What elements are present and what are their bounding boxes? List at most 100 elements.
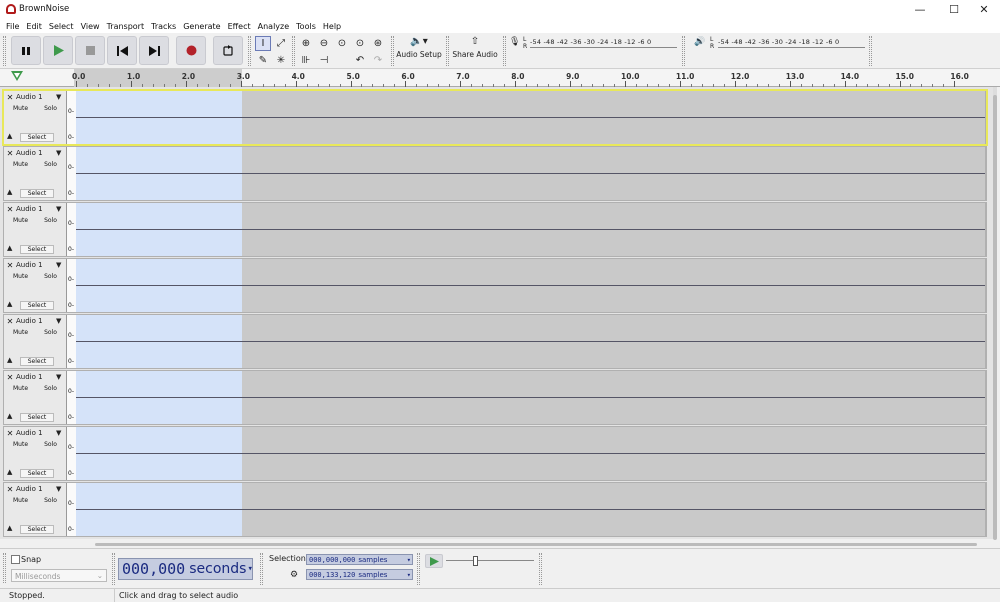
menu-analyze[interactable]: Analyze	[256, 22, 295, 31]
track-control-panel[interactable]: ✕ Audio 1 ▼ Mute Solo ▲ Select	[4, 147, 67, 200]
solo-button[interactable]: Solo	[36, 440, 65, 449]
select-track-button[interactable]: Select	[20, 357, 54, 366]
share-audio-button[interactable]: ⇧ Share Audio	[452, 36, 498, 66]
collapse-track-icon[interactable]: ▲	[7, 189, 14, 196]
record-meter-scale[interactable]: -54 -48 -42 -36 -30 -24 -18 -12 -6 0	[530, 38, 677, 48]
play-button[interactable]	[43, 36, 73, 65]
menu-tracks[interactable]: Tracks	[149, 22, 181, 31]
track-menu-chevron-icon[interactable]: ▼	[56, 373, 65, 382]
draw-tool[interactable]: ✎	[255, 53, 271, 68]
fit-selection-button[interactable]: ⊙	[334, 36, 350, 51]
track-control-panel[interactable]: ✕ Audio 1 ▼ Mute Solo ▲ Select	[4, 91, 67, 144]
track-control-panel[interactable]: ✕ Audio 1 ▼ Mute Solo ▲ Select	[4, 427, 67, 480]
menu-tools[interactable]: Tools	[294, 22, 321, 31]
solo-button[interactable]: Solo	[36, 328, 65, 337]
redo-button[interactable]: ↷	[370, 53, 386, 68]
play-at-speed-button[interactable]	[425, 554, 443, 568]
menu-effect[interactable]: Effect	[226, 22, 256, 31]
play-meter-scale[interactable]: -54 -48 -42 -36 -30 -24 -18 -12 -6 0	[718, 38, 865, 48]
track-menu-chevron-icon[interactable]: ▼	[56, 205, 65, 214]
solo-button[interactable]: Solo	[36, 272, 65, 281]
track-name[interactable]: Audio 1	[16, 317, 54, 326]
menu-select[interactable]: Select	[47, 22, 79, 31]
track-name[interactable]: Audio 1	[16, 149, 54, 158]
track-menu-chevron-icon[interactable]: ▼	[56, 429, 65, 438]
play-meter-grip[interactable]	[682, 36, 685, 66]
selection-grip[interactable]	[260, 553, 263, 585]
skip-end-button[interactable]	[139, 36, 169, 65]
maximize-button[interactable]: ☐	[938, 0, 970, 19]
track-name[interactable]: Audio 1	[16, 373, 54, 382]
collapse-track-icon[interactable]: ▲	[7, 133, 14, 140]
select-track-button[interactable]: Select	[20, 245, 54, 254]
microphone-icon[interactable]: 🎙	[509, 37, 520, 47]
track-name[interactable]: Audio 1	[16, 261, 54, 270]
record-button[interactable]	[176, 36, 206, 65]
skip-start-button[interactable]	[107, 36, 137, 65]
track-control-panel[interactable]: ✕ Audio 1 ▼ Mute Solo ▲ Select	[4, 203, 67, 256]
zoom-in-button[interactable]: ⊕	[298, 36, 314, 51]
track-name[interactable]: Audio 1	[16, 485, 54, 494]
selection-tool[interactable]: I	[255, 36, 271, 51]
audio-track[interactable]: ✕ Audio 1 ▼ Mute Solo ▲ Select 0- 0-	[3, 426, 987, 481]
mute-button[interactable]: Mute	[6, 272, 35, 281]
audio-track[interactable]: ✕ Audio 1 ▼ Mute Solo ▲ Select 0- 0-	[3, 482, 987, 537]
audio-setup-button[interactable]: 🔈▾ Audio Setup	[396, 36, 442, 66]
track-close-icon[interactable]: ✕	[6, 429, 14, 438]
snap-checkbox[interactable]	[11, 555, 20, 564]
select-track-button[interactable]: Select	[20, 525, 54, 534]
mute-button[interactable]: Mute	[6, 496, 35, 505]
play-head-icon[interactable]	[11, 71, 23, 82]
time-grip[interactable]	[112, 553, 115, 585]
audio-track[interactable]: ✕ Audio 1 ▼ Mute Solo ▲ Select 0- 0-	[3, 202, 987, 257]
close-button[interactable]: ✕	[968, 0, 1000, 19]
envelope-tool[interactable]: ⤢	[273, 36, 289, 51]
track-menu-chevron-icon[interactable]: ▼	[56, 149, 65, 158]
collapse-track-icon[interactable]: ▲	[7, 413, 14, 420]
menu-edit[interactable]: Edit	[24, 22, 47, 31]
select-track-button[interactable]: Select	[20, 469, 54, 478]
time-display[interactable]: 000,000 seconds ▾	[118, 558, 253, 580]
track-control-panel[interactable]: ✕ Audio 1 ▼ Mute Solo ▲ Select	[4, 259, 67, 312]
multi-tool[interactable]: ✳	[273, 53, 289, 68]
audio-track[interactable]: ✕ Audio 1 ▼ Mute Solo ▲ Select 0- 0-	[3, 370, 987, 425]
mute-button[interactable]: Mute	[6, 160, 35, 169]
toolbar-grip[interactable]	[3, 36, 6, 66]
loop-button[interactable]	[213, 36, 243, 65]
solo-button[interactable]: Solo	[36, 160, 65, 169]
track-close-icon[interactable]: ✕	[6, 93, 14, 102]
audio-track[interactable]: ✕ Audio 1 ▼ Mute Solo ▲ Select 0- 0-	[2, 89, 988, 146]
solo-button[interactable]: Solo	[36, 384, 65, 393]
mute-button[interactable]: Mute	[6, 328, 35, 337]
edit-grip[interactable]	[292, 36, 295, 66]
select-track-button[interactable]: Select	[20, 189, 54, 198]
undo-button[interactable]: ↶	[352, 53, 368, 68]
track-menu-chevron-icon[interactable]: ▼	[56, 93, 65, 102]
track-name[interactable]: Audio 1	[16, 429, 54, 438]
speed-slider-thumb[interactable]	[473, 556, 478, 566]
select-track-button[interactable]: Select	[20, 413, 54, 422]
audio-setup-grip[interactable]	[391, 36, 394, 66]
collapse-track-icon[interactable]: ▲	[7, 301, 14, 308]
track-control-panel[interactable]: ✕ Audio 1 ▼ Mute Solo ▲ Select	[4, 315, 67, 368]
track-name[interactable]: Audio 1	[16, 205, 54, 214]
track-control-panel[interactable]: ✕ Audio 1 ▼ Mute Solo ▲ Select	[4, 483, 67, 536]
track-close-icon[interactable]: ✕	[6, 261, 14, 270]
gear-icon[interactable]: ⚙	[290, 570, 298, 580]
collapse-track-icon[interactable]: ▲	[7, 525, 14, 532]
track-close-icon[interactable]: ✕	[6, 205, 14, 214]
record-meter-grip[interactable]	[503, 36, 506, 66]
track-close-icon[interactable]: ✕	[6, 373, 14, 382]
trim-button[interactable]: ⊪	[298, 53, 314, 68]
collapse-track-icon[interactable]: ▲	[7, 245, 14, 252]
audio-track[interactable]: ✕ Audio 1 ▼ Mute Solo ▲ Select 0- 0-	[3, 258, 987, 313]
share-grip[interactable]	[446, 36, 449, 66]
audio-track[interactable]: ✕ Audio 1 ▼ Mute Solo ▲ Select 0- 0-	[3, 314, 987, 369]
zoom-out-button[interactable]: ⊖	[316, 36, 332, 51]
track-area[interactable]: ✕ Audio 1 ▼ Mute Solo ▲ Select 0- 0- ✕ Audio 1 ▼ Mut…	[0, 87, 993, 539]
mute-button[interactable]: Mute	[6, 104, 35, 113]
tools-grip[interactable]	[248, 36, 251, 66]
track-close-icon[interactable]: ✕	[6, 149, 14, 158]
mute-button[interactable]: Mute	[6, 440, 35, 449]
speaker-meter-icon[interactable]: 🔊	[694, 37, 705, 47]
